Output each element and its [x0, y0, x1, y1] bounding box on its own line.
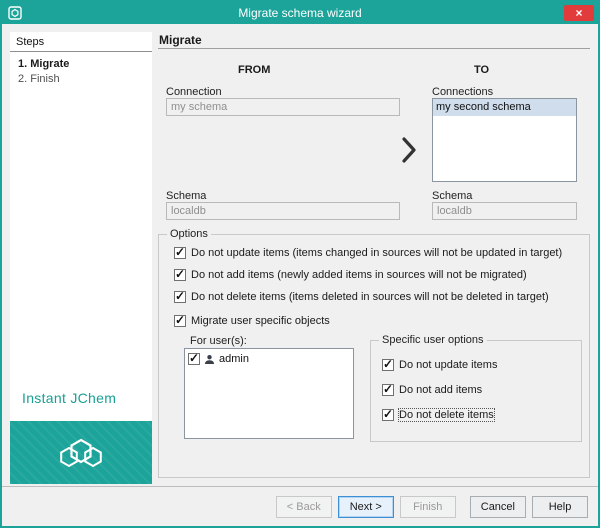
back-button: < Back — [276, 496, 332, 518]
checkbox-do-not-update-items[interactable]: Do not update items (items changed in so… — [174, 246, 562, 260]
close-button[interactable]: × — [564, 5, 594, 21]
options-group-title: Options — [167, 228, 211, 240]
step-item-finish: 2. Finish — [18, 73, 60, 85]
checkbox-checked-icon — [382, 409, 394, 421]
checkbox-label: Do not delete items (items deleted in so… — [191, 291, 549, 303]
finish-button: Finish — [400, 496, 456, 518]
schema-label-from: Schema — [166, 190, 206, 202]
button-bar: < Back Next > Finish Cancel Help — [2, 486, 598, 526]
checkbox-label: Do not delete items — [399, 409, 494, 421]
steps-header: Steps — [16, 36, 44, 48]
cancel-button[interactable]: Cancel — [470, 496, 526, 518]
for-users-label: For user(s): — [190, 335, 247, 347]
checkbox-checked-icon — [174, 291, 186, 303]
specific-user-options-title: Specific user options — [379, 334, 487, 346]
step-item-migrate: 1. Migrate — [18, 58, 69, 70]
migrate-arrow-icon — [401, 136, 417, 167]
checkbox-checked-icon — [382, 359, 394, 371]
app-icon — [8, 6, 22, 20]
to-header: TO — [474, 64, 489, 76]
checkbox-checked-icon — [174, 269, 186, 281]
checkbox-label: Do not update items — [399, 359, 497, 371]
checkbox-label: Do not add items — [399, 384, 482, 396]
checkbox-do-not-delete-items[interactable]: Do not delete items (items deleted in so… — [174, 290, 549, 304]
user-icon — [204, 354, 215, 365]
steps-sidebar: Steps 1. Migrate 2. Finish Instant JChem — [10, 32, 152, 484]
migrate-schema-wizard-window: Migrate schema wizard × Steps 1. Migrate… — [0, 0, 600, 528]
checkbox-label: Do not add items (newly added items in s… — [191, 269, 527, 281]
checkbox-checked-icon — [382, 384, 394, 396]
help-button[interactable]: Help — [532, 496, 588, 518]
list-item-connection[interactable]: my second schema — [433, 99, 576, 116]
user-list-item[interactable]: admin — [185, 349, 353, 367]
hexagon-logo-icon — [53, 431, 109, 475]
brand-logo-block — [10, 421, 152, 484]
title-bar[interactable]: Migrate schema wizard × — [2, 2, 598, 24]
user-name: admin — [219, 353, 249, 365]
checkbox-label: Migrate user specific objects — [191, 315, 330, 327]
schema-label-to: Schema — [432, 190, 472, 202]
schema-field-from: localdb — [166, 202, 400, 220]
checkbox-label: Do not update items (items changed in so… — [191, 247, 562, 259]
checkbox-migrate-user-objects[interactable]: Migrate user specific objects — [174, 314, 330, 328]
connection-label: Connection — [166, 86, 222, 98]
checkbox-checked-icon — [174, 247, 186, 259]
checkbox-checked-icon — [174, 315, 186, 327]
connections-label: Connections — [432, 86, 493, 98]
checkbox-specific-do-not-delete[interactable]: Do not delete items — [382, 408, 494, 422]
connection-field: my schema — [166, 98, 400, 116]
users-list[interactable]: admin — [184, 348, 354, 439]
schema-field-to: localdb — [432, 202, 577, 220]
connections-list[interactable]: my second schema — [432, 98, 577, 182]
steps-separator — [10, 51, 152, 52]
next-button[interactable]: Next > — [338, 496, 394, 518]
from-header: FROM — [238, 64, 270, 76]
checkbox-specific-do-not-update[interactable]: Do not update items — [382, 358, 497, 372]
heading-separator — [158, 48, 590, 49]
checkbox-specific-do-not-add[interactable]: Do not add items — [382, 383, 482, 397]
brand-wordmark: Instant JChem — [22, 390, 116, 406]
window-title: Migrate schema wizard — [238, 6, 361, 20]
checkbox-checked-icon[interactable] — [188, 353, 200, 365]
page-title: Migrate — [159, 33, 202, 47]
checkbox-do-not-add-items[interactable]: Do not add items (newly added items in s… — [174, 268, 527, 282]
